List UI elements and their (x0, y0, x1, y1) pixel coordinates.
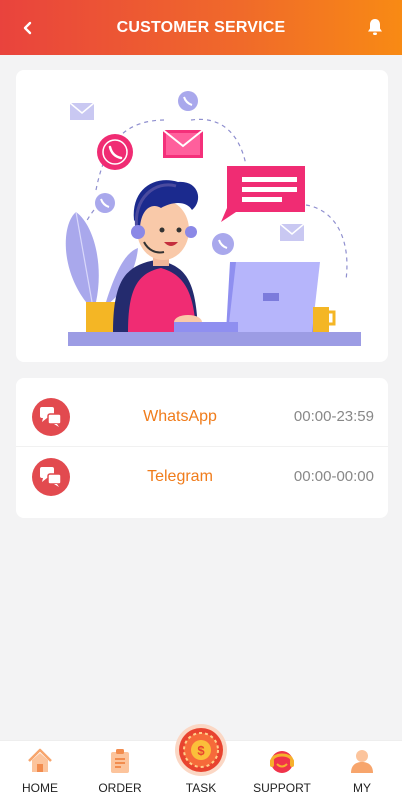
tab-label: HOME (22, 781, 58, 795)
envelope-icon (69, 102, 95, 120)
support-agent-figure (113, 180, 202, 332)
home-icon (28, 748, 52, 772)
chat-bubbles-icon (40, 407, 62, 427)
service-name: Telegram (147, 468, 213, 485)
task-wheel-icon: $ (175, 724, 227, 776)
user-icon (351, 750, 373, 773)
mug-icon (313, 307, 336, 332)
envelope-icon (162, 129, 204, 158)
tab-label: SUPPORT (253, 781, 311, 795)
service-icon (32, 398, 70, 436)
phone-icon (178, 91, 198, 111)
tab-label: TASK (185, 781, 217, 795)
tab-label: MY (353, 781, 371, 795)
bottom-tab-bar: HOME ORDER $ TASK SUPPORT MY (0, 724, 402, 798)
list-item[interactable]: Telegram 00:00-00:00 (16, 447, 388, 507)
tab-support[interactable]: SUPPORT (242, 741, 322, 798)
desk (68, 332, 361, 346)
envelope-icon (279, 223, 305, 241)
service-hours: 00:00-23:59 (293, 408, 374, 425)
chevron-left-icon (23, 21, 32, 35)
notification-button[interactable] (362, 14, 388, 40)
service-name: WhatsApp (143, 408, 217, 425)
phone-icon (95, 193, 115, 213)
tab-order[interactable]: ORDER (80, 741, 160, 798)
speech-bubble-icon (221, 166, 305, 222)
service-list: WhatsApp 00:00-23:59 Telegram 00:00-00:0… (16, 378, 388, 518)
tab-my[interactable]: MY (322, 741, 402, 798)
headset-icon (270, 751, 294, 773)
bell-icon (368, 19, 382, 35)
chat-bubbles-icon (40, 467, 62, 487)
illustration-card (16, 70, 388, 362)
back-button[interactable] (14, 14, 42, 42)
service-hours: 00:00-00:00 (293, 468, 374, 485)
service-icon (32, 458, 70, 496)
tab-label: ORDER (98, 781, 142, 795)
page-title: CUSTOMER SERVICE (116, 18, 286, 36)
header-bar: CUSTOMER SERVICE (0, 0, 402, 55)
phone-icon (97, 134, 133, 170)
tab-task[interactable]: $ TASK (161, 724, 241, 798)
phone-icon (212, 233, 234, 255)
svg-text:$: $ (197, 743, 205, 758)
tab-home[interactable]: HOME (0, 741, 80, 798)
list-item[interactable]: WhatsApp 00:00-23:59 (16, 387, 388, 447)
customer-service-illustration (65, 91, 361, 346)
clipboard-icon (111, 749, 129, 773)
